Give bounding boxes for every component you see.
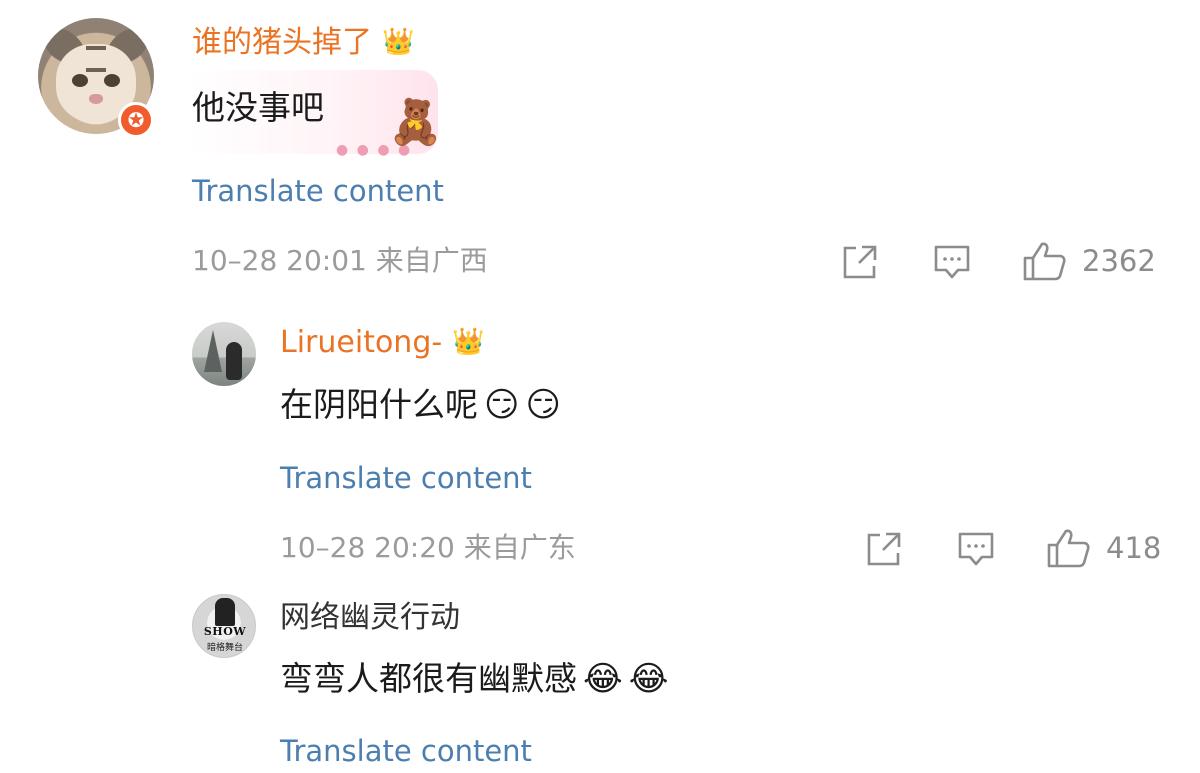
like-count: 418 [1106,531,1162,565]
avatar-eye [72,74,88,87]
verified-badge-icon: ✪ [118,102,154,138]
avatar-figure [215,598,235,626]
avatar-tower [204,330,222,372]
comment-text: 弯弯人都很有幽默感 😂 😂 [280,657,668,701]
avatar[interactable] [192,322,256,386]
like-icon[interactable] [1046,527,1092,569]
laughing-emoji-icon: 😂 [628,659,669,699]
bear-sticker-icon: 🧸 [388,97,443,148]
crown-level-5-icon: 👑 [452,327,485,357]
share-icon[interactable] [864,529,904,569]
avatar-stripe [86,46,106,72]
avatar-nose [89,94,103,104]
translate-link[interactable]: Translate content [192,173,444,209]
comment-icon[interactable] [956,529,996,569]
comment-icon[interactable] [932,242,972,282]
avatar-eye [104,74,120,87]
share-icon[interactable] [840,242,880,282]
username-text: Lirueitong- [280,325,443,360]
comment-text-body: 在阴阳什么呢 [280,385,478,424]
avatar[interactable]: SHOW 暗格舞台 [192,594,256,658]
comment-username[interactable]: Lirueitong- 👑 [280,322,485,363]
comment-meta: 10–28 20:01 来自广西 [192,244,488,277]
laughing-emoji-icon: 😂 [583,659,623,699]
like-icon[interactable] [1022,240,1068,282]
avatar-figure [226,342,242,380]
translate-link[interactable]: Translate content [280,460,532,496]
avatar-logo-subtext: 暗格舞台 [206,643,243,653]
smirk-emoji-icon: 😏 [525,385,561,425]
comment-username[interactable]: 网络幽灵行动 [280,598,460,638]
like-count: 2362 [1082,244,1156,278]
comment-meta: 10–28 20:20 来自广东 [280,531,576,564]
avatar-logo-text: SHOW [203,625,247,638]
smirk-emoji-icon: 😏 [484,385,520,425]
comment-username[interactable]: 谁的猪头掉了 👑 [192,22,414,63]
translate-link[interactable]: Translate content [280,733,532,769]
comment-text: 他没事吧 [192,88,324,127]
comment-text: 在阴阳什么呢 😏 😏 [280,383,561,427]
comment-text-body: 弯弯人都很有幽默感 [280,659,577,698]
username-text: 谁的猪头掉了 [192,25,372,60]
crown-vip-icon: 👑 [382,27,415,57]
